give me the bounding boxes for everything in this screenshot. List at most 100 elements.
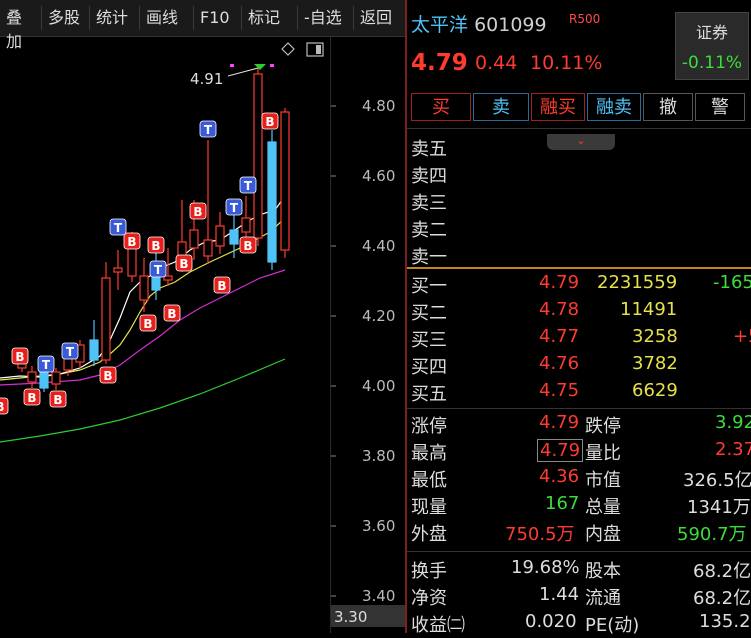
svg-text:T: T — [42, 358, 51, 372]
stat-label: 市值 — [585, 470, 621, 491]
buy-signal-marker[interactable]: B — [11, 347, 29, 365]
divider — [407, 408, 751, 409]
sell-signal-marker[interactable]: T — [199, 120, 217, 138]
svg-text:T: T — [66, 345, 75, 359]
candle-body — [113, 267, 123, 273]
stock-name: 太平洋 — [411, 14, 469, 36]
stat-label: 流通 — [585, 588, 621, 609]
sell-signal-marker[interactable]: T — [149, 260, 167, 278]
sell-signal-marker[interactable]: T — [109, 218, 127, 236]
buy-level-price: 4.79 — [539, 272, 580, 293]
y-axis-tick-label: 4.80 — [362, 97, 395, 115]
draw-line-button[interactable]: 画线 — [140, 6, 194, 30]
svg-text:T: T — [114, 221, 123, 235]
buy-signal-marker[interactable]: B — [139, 314, 157, 332]
candlestick-chart[interactable]: BBBBBBBBBBBBBBTTTTTTT 4.91 4.804.604.404… — [0, 37, 405, 633]
stat-row: 最高 4.79 量比 2.37 — [407, 439, 751, 466]
f10-button[interactable]: F10 — [194, 6, 242, 30]
overlay-button[interactable]: 叠加 — [0, 6, 42, 51]
svg-text:B: B — [265, 115, 274, 129]
net-assets-value: 1.44 — [539, 584, 580, 605]
sell-button[interactable]: 卖 — [473, 93, 529, 121]
svg-text:B: B — [53, 393, 62, 407]
buy-signal-marker[interactable]: B — [189, 202, 207, 220]
buy-signal-marker[interactable]: B — [163, 304, 181, 322]
buy-signal-marker[interactable]: B — [147, 236, 165, 254]
y-axis-tick-label: 3.40 — [362, 587, 395, 605]
candle-body — [229, 229, 239, 245]
high-price-label: 4.91 — [190, 70, 223, 88]
svg-text:B: B — [103, 369, 112, 383]
svg-text:B: B — [167, 307, 176, 321]
svg-text:T: T — [244, 179, 253, 193]
sell-level-label: 卖二 — [411, 220, 447, 241]
buy-level-row: 买四 4.76 3782 — [407, 353, 751, 380]
sell-signal-marker[interactable]: T — [61, 342, 79, 360]
sector-box[interactable]: 证券 -0.11% — [675, 12, 749, 80]
sell-signal-marker[interactable]: T — [239, 176, 257, 194]
float-shares-value: 68.2亿 — [693, 588, 751, 609]
buy-signal-marker[interactable]: B — [49, 390, 67, 408]
buy-level-row: 买二 4.78 11491 — [407, 299, 751, 326]
watchlist-button[interactable]: -自选 — [298, 6, 354, 30]
sell-level-label: 卖四 — [411, 166, 447, 187]
quote-panel: 太平洋 601099 R500 4.79 0.44 10.11% 证券 -0.1… — [407, 0, 751, 636]
share-capital-value: 68.2亿 — [693, 561, 751, 582]
back-button[interactable]: 返回 — [354, 6, 405, 30]
mark-button[interactable]: 标记 — [242, 6, 298, 30]
buy-signal-marker[interactable]: B — [239, 236, 257, 254]
buy-signal-marker[interactable]: B — [261, 112, 279, 130]
buy-level-volume: 3258 — [632, 326, 678, 347]
sell-signal-marker[interactable]: T — [37, 355, 55, 373]
diamond-icon[interactable] — [281, 42, 295, 56]
stat-label: 收益㈡ — [411, 615, 465, 636]
buy-level-price: 4.78 — [539, 299, 580, 320]
buy-signal-marker[interactable]: B — [99, 366, 117, 384]
y-axis-tick-label: 4.20 — [362, 307, 395, 325]
cancel-order-button[interactable]: 撤 — [643, 93, 693, 121]
buy-level-label: 买三 — [411, 330, 447, 351]
buy-button[interactable]: 买 — [411, 93, 471, 121]
margin-sell-button[interactable]: 融卖 — [587, 93, 641, 121]
price-change: 0.44 — [475, 52, 518, 74]
candle-body — [215, 225, 225, 247]
svg-text:B: B — [179, 257, 188, 271]
buy-signal-marker[interactable]: B — [23, 388, 41, 406]
buy-level-price: 4.76 — [539, 353, 580, 374]
candle-body — [27, 371, 37, 383]
sell-level-row: 卖一 — [407, 243, 751, 270]
sector-label: 证券 — [695, 23, 728, 42]
candle-body — [39, 369, 49, 389]
stat-label: 换手 — [411, 561, 447, 582]
buy-level-row: 买五 4.75 6629 — [407, 380, 751, 407]
svg-text:B: B — [127, 235, 136, 249]
candle-body — [63, 357, 73, 371]
stat-label: 量比 — [585, 443, 621, 464]
buy-level-label: 买二 — [411, 303, 447, 324]
buy-level-price: 4.75 — [539, 380, 580, 401]
svg-text:B: B — [0, 400, 5, 414]
candle-body — [253, 73, 263, 239]
candle-body — [139, 275, 149, 301]
inner-volume-value: 590.7万 — [677, 524, 747, 545]
total-volume-value: 1341万 — [687, 497, 751, 518]
alert-button[interactable]: 警 — [695, 93, 745, 121]
svg-text:T: T — [230, 201, 239, 215]
margin-buy-button[interactable]: 融买 — [531, 93, 585, 121]
sell-signal-marker[interactable]: T — [225, 198, 243, 216]
sector-pct: -0.11% — [681, 53, 743, 73]
candle-body — [89, 339, 99, 361]
statistics-button[interactable]: 统计 — [90, 6, 140, 30]
buy-signal-marker[interactable]: B — [175, 254, 193, 272]
multi-stock-button[interactable]: 多股 — [42, 6, 90, 30]
buy-signal-marker[interactable]: B — [123, 232, 141, 250]
buy-signal-marker[interactable]: B — [213, 276, 231, 294]
buy-level-delta: -165 — [713, 272, 751, 293]
stat-label: 内盘 — [585, 524, 621, 545]
outer-volume-value: 750.5万 — [505, 524, 575, 545]
buy-level-volume: 3782 — [632, 353, 678, 374]
sell-level-label: 卖五 — [411, 139, 447, 160]
divider — [407, 551, 751, 552]
buy-signal-marker[interactable]: B — [0, 397, 9, 415]
sell-level-label: 卖三 — [411, 193, 447, 214]
